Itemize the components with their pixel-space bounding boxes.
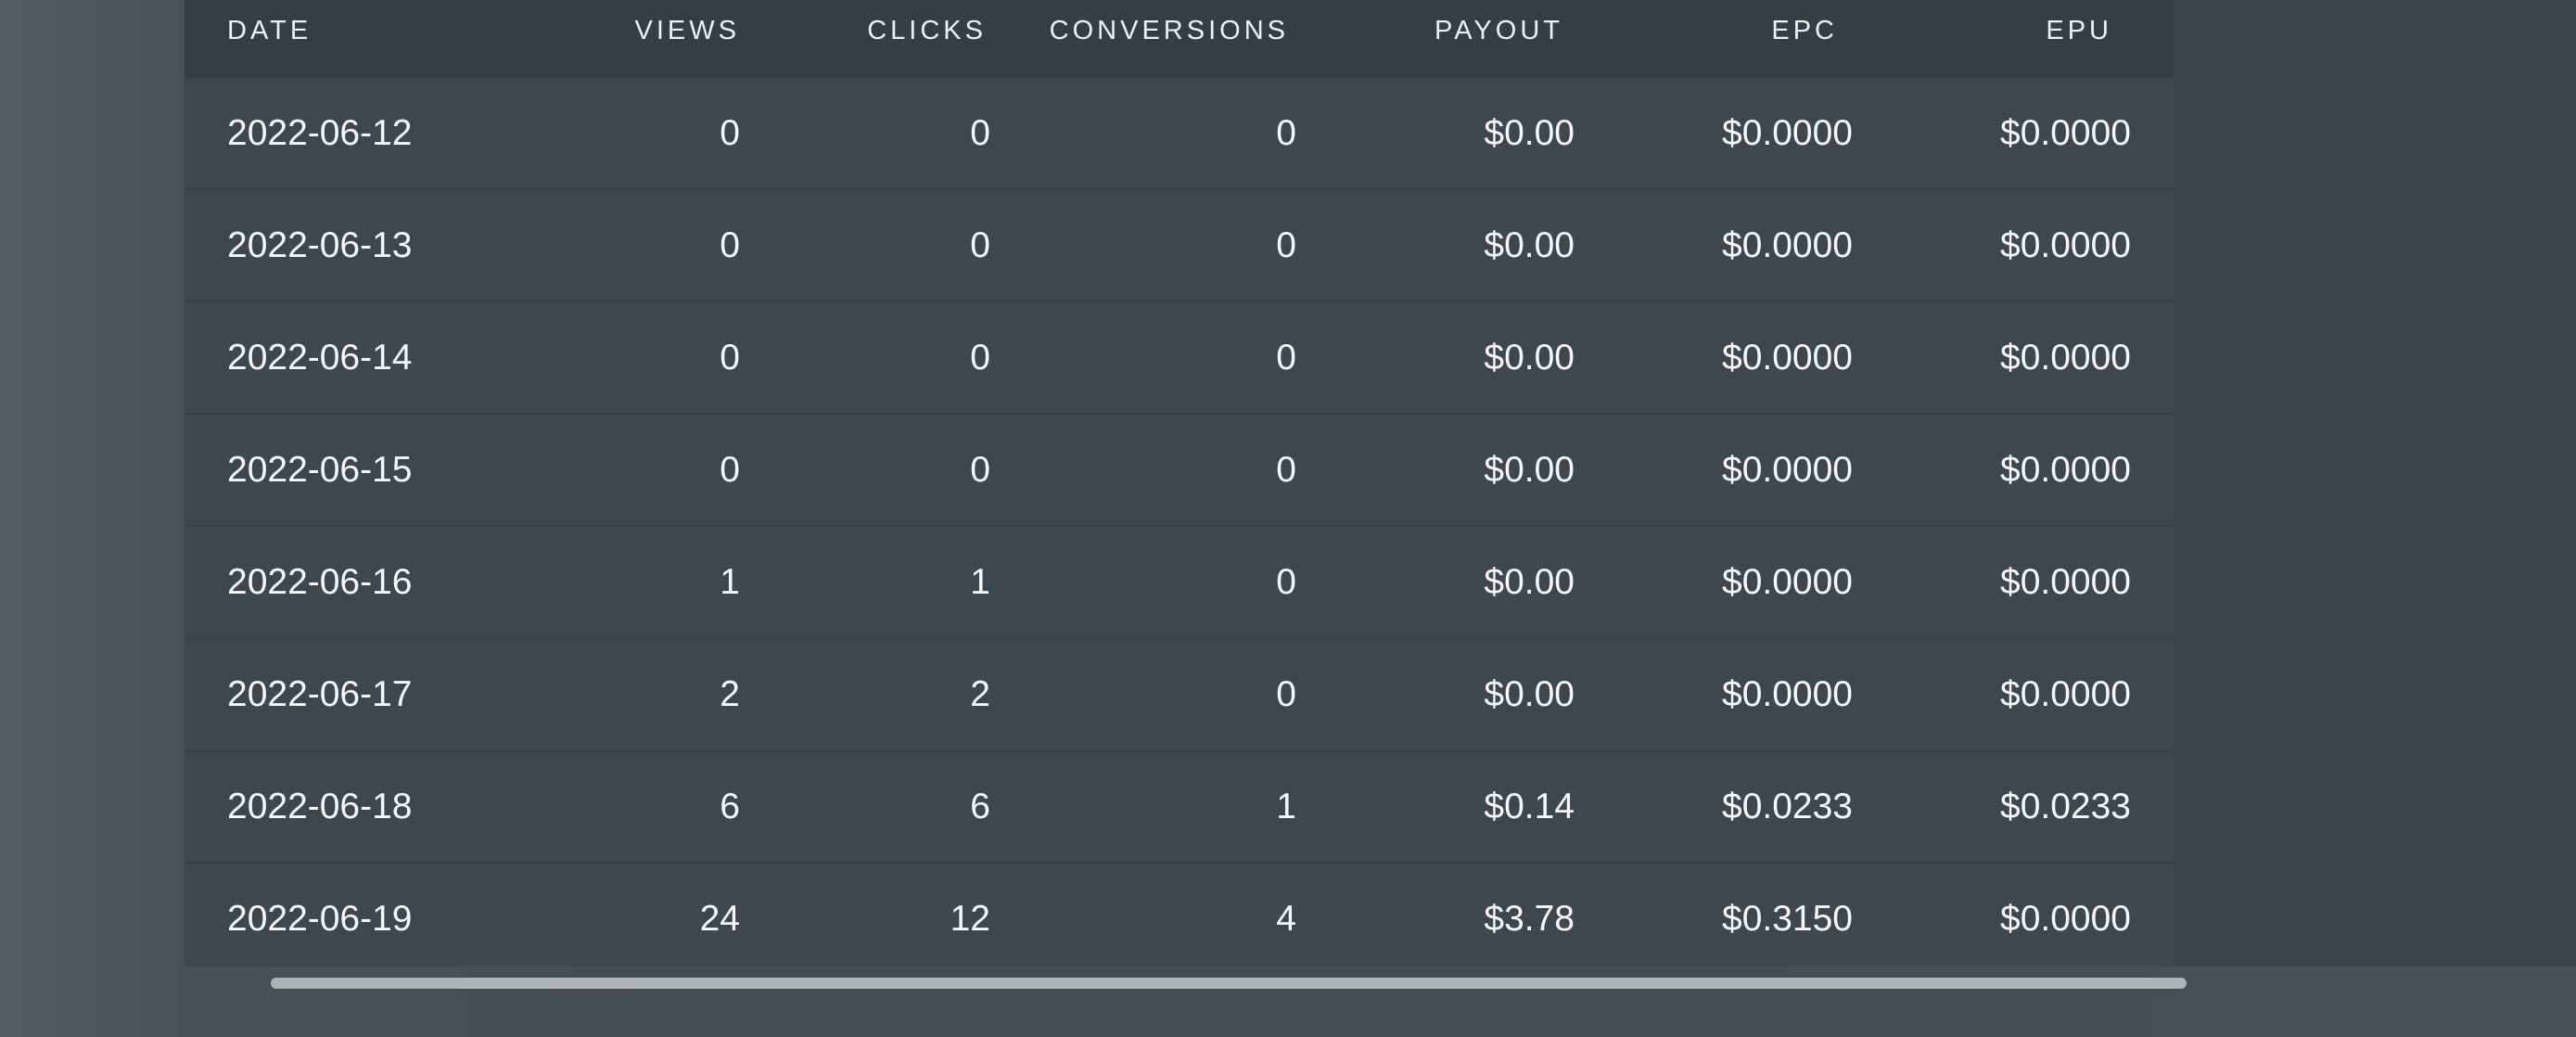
cell-clicks: 6 [970,786,990,826]
column-header-date[interactable]: DATE [185,16,555,46]
cell-epu: $0.0000 [2000,337,2131,378]
cell-conversions: 0 [1276,112,1296,153]
cell-views: 0 [720,112,740,153]
stats-table: DATE VIEWS CLICKS CONVERSIONS PAYOUT EPC… [185,0,2174,967]
cell-payout: $0.00 [1484,112,1575,153]
cell-payout: $0.00 [1484,449,1575,490]
cell-payout: $3.78 [1484,898,1575,939]
cell-date: 2022-06-12 [227,112,413,153]
column-header-conversions[interactable]: CONVERSIONS [983,16,1289,46]
cell-epu: $0.0233 [2000,786,2131,826]
table-row: 2022-06-16 1 1 0 $0.00 $0.0000 $0.0000 [185,527,2174,639]
cell-epc: $0.0000 [1722,112,1853,153]
cell-epu: $0.0000 [2000,898,2131,939]
column-header-views[interactable]: VIEWS [555,16,740,46]
column-header-epc[interactable]: EPC [1560,16,1838,46]
cell-payout: $0.00 [1484,561,1575,602]
table-row: 2022-06-12 0 0 0 $0.00 $0.0000 $0.0000 [185,78,2174,190]
cell-views: 0 [720,449,740,490]
cell-epc: $0.0000 [1722,449,1853,490]
table-row: 2022-06-13 0 0 0 $0.00 $0.0000 $0.0000 [185,190,2174,302]
cell-clicks: 0 [970,449,990,490]
cell-payout: $0.14 [1484,786,1575,826]
cell-views: 1 [720,561,740,602]
cell-conversions: 4 [1276,898,1296,939]
cell-payout: $0.00 [1484,673,1575,714]
cell-conversions: 0 [1276,337,1296,378]
cell-epc: $0.0000 [1722,337,1853,378]
scrollbar-thumb[interactable] [271,978,2187,989]
table-row: 2022-06-18 6 6 1 $0.14 $0.0233 $0.0233 [185,751,2174,864]
cell-views: 0 [720,337,740,378]
table-row: 2022-06-17 2 2 0 $0.00 $0.0000 $0.0000 [185,639,2174,751]
cell-views: 0 [720,224,740,265]
cell-epu: $0.0000 [2000,673,2131,714]
cell-epu: $0.0000 [2000,112,2131,153]
cell-payout: $0.00 [1484,224,1575,265]
cell-epc: $0.0000 [1722,224,1853,265]
cell-epc: $0.3150 [1722,898,1853,939]
table-row: 2022-06-14 0 0 0 $0.00 $0.0000 $0.0000 [185,302,2174,415]
cell-date: 2022-06-15 [227,449,413,490]
cell-date: 2022-06-16 [227,561,413,602]
cell-epc: $0.0233 [1722,786,1853,826]
cell-date: 2022-06-14 [227,337,413,378]
column-header-clicks[interactable]: CLICKS [736,16,987,46]
cell-clicks: 2 [970,673,990,714]
cell-conversions: 0 [1276,561,1296,602]
cell-epu: $0.0000 [2000,561,2131,602]
cell-clicks: 12 [950,898,990,939]
table-row: 2022-06-15 0 0 0 $0.00 $0.0000 $0.0000 [185,415,2174,527]
cell-date: 2022-06-18 [227,786,413,826]
cell-views: 6 [720,786,740,826]
cell-clicks: 1 [970,561,990,602]
cell-clicks: 0 [970,112,990,153]
cell-views: 24 [699,898,740,939]
cell-epc: $0.0000 [1722,561,1853,602]
cell-clicks: 0 [970,337,990,378]
cell-clicks: 0 [970,224,990,265]
horizontal-scrollbar[interactable] [271,978,2187,989]
table-header-row: DATE VIEWS CLICKS CONVERSIONS PAYOUT EPC… [185,0,2174,78]
cell-date: 2022-06-13 [227,224,413,265]
cell-date: 2022-06-17 [227,673,413,714]
cell-epu: $0.0000 [2000,224,2131,265]
column-header-epu[interactable]: EPU [1834,16,2112,46]
cell-views: 2 [720,673,740,714]
cell-epu: $0.0000 [2000,449,2131,490]
column-header-payout[interactable]: PAYOUT [1285,16,1563,46]
cell-date: 2022-06-19 [227,898,413,939]
cell-conversions: 0 [1276,673,1296,714]
cell-conversions: 1 [1276,786,1296,826]
cell-payout: $0.00 [1484,337,1575,378]
cell-conversions: 0 [1276,224,1296,265]
table-row: 2022-06-19 24 12 4 $3.78 $0.3150 $0.0000 [185,864,2174,967]
cell-conversions: 0 [1276,449,1296,490]
cell-epc: $0.0000 [1722,673,1853,714]
